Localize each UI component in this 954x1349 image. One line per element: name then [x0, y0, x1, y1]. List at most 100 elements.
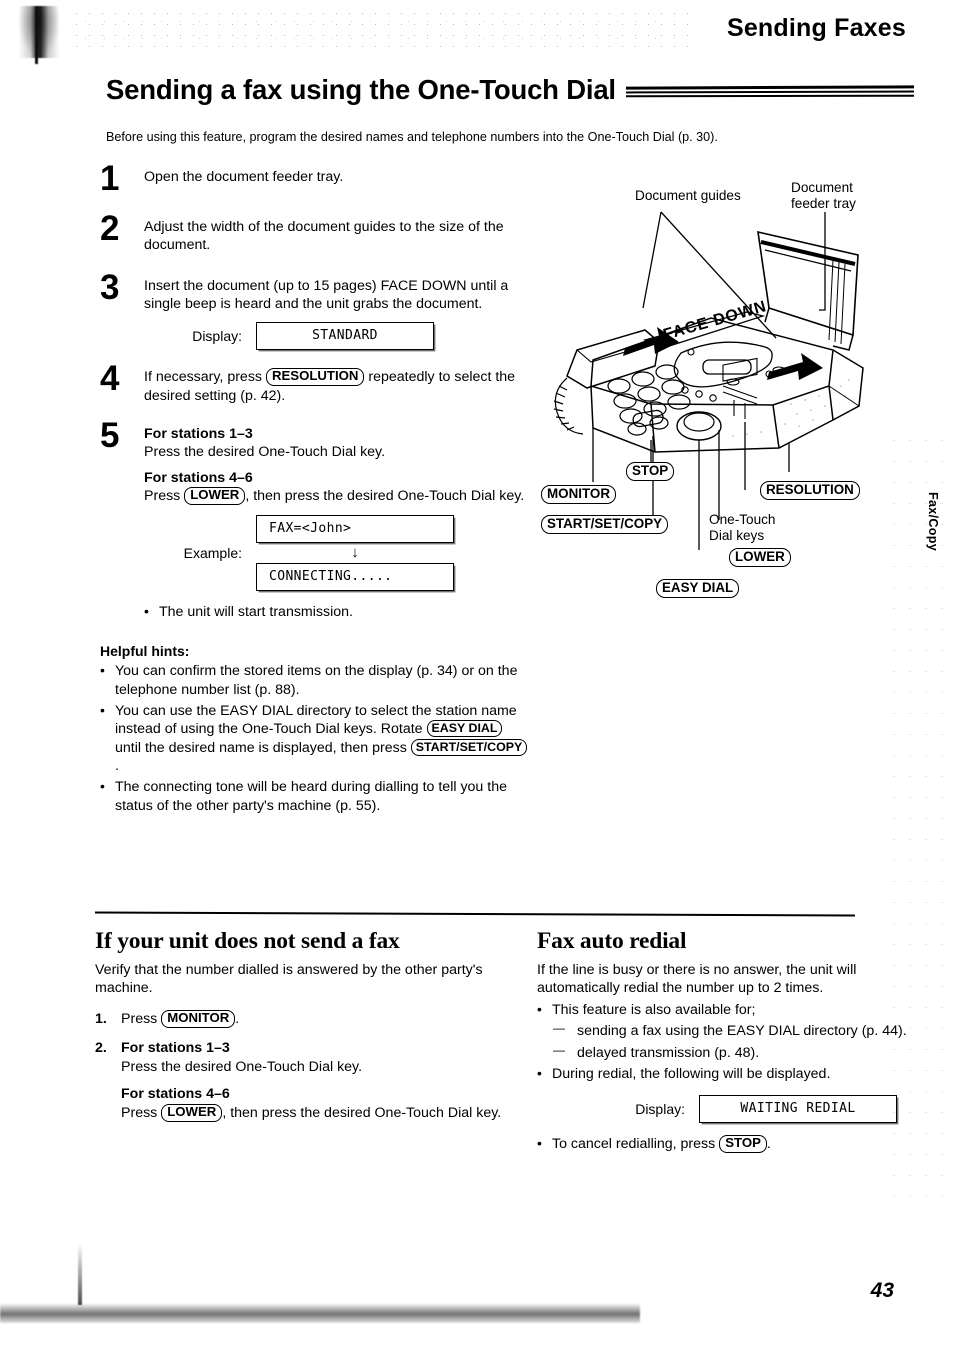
arrow-down-icon: ↓	[351, 544, 359, 562]
step-number: 3	[100, 267, 120, 307]
step-number: 1	[100, 159, 120, 198]
list-item: sending a fax using the EASY DIAL direct…	[553, 1021, 917, 1040]
display-standard-row: Display: STANDARD	[100, 322, 530, 351]
display-label: Display:	[635, 1101, 685, 1118]
lcd-display-standard: STANDARD	[256, 322, 434, 351]
label-one-touch-dial-keys: One-Touch Dial keys	[709, 512, 776, 543]
section-divider	[94, 911, 856, 917]
step-1: 1 Open the document feeder tray.	[100, 161, 530, 198]
example-boxes: FAX=<John> ↓ CONNECTING.....	[256, 515, 454, 592]
running-head: Sending Faxes	[726, 14, 906, 42]
step-4: 4 If necessary, press RESOLUTION repeate…	[100, 361, 530, 405]
section-intro: Verify that the number dialled is answer…	[95, 962, 483, 997]
step-text: Insert the document (up to 15 pages) FAC…	[144, 277, 509, 312]
sub-text: Press the desired One-Touch Dial key.	[121, 1058, 363, 1075]
lcd-display-fax-john: FAX=<John>	[256, 515, 454, 544]
step-number: 5	[100, 415, 120, 455]
step-text: Adjust the width of the document guides …	[144, 219, 504, 254]
lcd-display-waiting-redial: WAITING REDIAL	[699, 1095, 897, 1124]
sub-text-after: , then press the desired One-Touch Dial …	[222, 1104, 502, 1121]
display-redial-row: Display: WAITING REDIAL	[537, 1095, 917, 1124]
key-start-set-copy: START/SET/COPY	[410, 738, 528, 756]
list-item: 1. Press MONITOR.	[95, 1009, 515, 1028]
list-item: 2. For stations 1–3 Press the desired On…	[95, 1039, 515, 1122]
item-number: 1.	[95, 1010, 107, 1027]
key-resolution: RESOLUTION	[265, 368, 365, 387]
section-thumb-tab: Fax/Copy	[926, 492, 940, 552]
step5-sub2-after: , then press the desired One-Touch Dial …	[245, 487, 525, 504]
key-stop: STOP	[719, 1135, 767, 1154]
callout-key-start-set-copy: START/SET/COPY	[541, 515, 669, 535]
page-title: Sending a fax using the One-Touch Dial	[106, 74, 616, 105]
step-number: 2	[100, 209, 120, 248]
page-number: 43	[870, 1279, 894, 1302]
cancel-text-after: .	[766, 1136, 771, 1153]
page-title-row: Sending a fax using the One-Touch Dial	[106, 74, 915, 106]
display-label: Display:	[192, 328, 242, 345]
section-if-unit-does-not-send: If your unit does not send a fax Verify …	[95, 928, 515, 1133]
key-easy-dial: EASY DIAL	[426, 720, 503, 738]
cancel-text-before: To cancel redialling, press	[552, 1136, 716, 1153]
hint-text-middle: until the desired name is displayed, the…	[115, 739, 407, 756]
step5-sub1-heading: For stations 1–3	[144, 425, 253, 442]
intro-paragraph: Before using this feature, program the d…	[106, 130, 718, 144]
item-text-after: .	[235, 1010, 240, 1027]
numbered-steps: 1. Press MONITOR. 2. For stations 1–3 Pr…	[95, 1009, 515, 1122]
steps-list: 1 Open the document feeder tray. 2 Adjus…	[100, 161, 530, 815]
step5-sub2-before: Press	[144, 487, 181, 504]
scan-edge-shadow	[0, 1303, 640, 1323]
step5-sub1-text: Press the desired One-Touch Dial key.	[144, 444, 386, 461]
callout-key-easy-dial: EASY DIAL	[656, 579, 740, 599]
fax-machine-illustration: FACE DOWN Document guides Document feede…	[533, 180, 943, 600]
sub-heading: For stations 4–6	[121, 1086, 230, 1103]
list-item: You can use the EASY DIAL directory to s…	[100, 701, 530, 775]
section-title: If your unit does not send a fax	[95, 928, 400, 954]
list-item: During redial, the following will be dis…	[537, 1064, 917, 1083]
redial-bullet-list: This feature is also available for; send…	[537, 1000, 917, 1083]
key-lower: LOWER	[184, 486, 246, 505]
label-document-guides: Document guides	[635, 188, 741, 203]
section-fax-auto-redial: Fax auto redial If the line is busy or t…	[537, 928, 917, 1154]
callout-key-lower: LOWER	[729, 548, 791, 568]
callout-key-resolution: RESOLUTION	[760, 481, 860, 501]
hints-list: You can confirm the stored items on the …	[100, 661, 530, 815]
sub-text: Press LOWER, then press the desired One-…	[121, 1103, 515, 1122]
scan-noise-top	[70, 8, 690, 54]
step-2: 2 Adjust the width of the document guide…	[100, 211, 530, 255]
helpful-hints: Helpful hints: You can confirm the store…	[100, 643, 530, 815]
list-item: To cancel redialling, press STOP.	[537, 1134, 917, 1154]
scan-artifact-corner	[18, 6, 60, 64]
list-item: You can confirm the stored items on the …	[100, 661, 530, 699]
list-item: The connecting tone will be heard during…	[100, 777, 530, 815]
scan-edge-crease	[78, 1243, 82, 1305]
step5-sub2-text: Press LOWER, then press the desired One-…	[144, 486, 530, 505]
list-item: This feature is also available for;	[537, 1000, 917, 1019]
list-item: delayed transmission (p. 48).	[553, 1043, 917, 1062]
step-text: For stations 1–3 Press the desired One-T…	[144, 425, 530, 592]
step-text: If necessary, press RESOLUTION repeatedl…	[144, 368, 530, 405]
manual-page: Sending Faxes Sending a fax using the On…	[0, 0, 954, 1349]
sub-heading: For stations 1–3	[121, 1040, 230, 1057]
list-item: The unit will start transmission.	[144, 602, 530, 621]
step-3: 3 Insert the document (up to 15 pages) F…	[100, 270, 530, 351]
key-lower: LOWER	[161, 1103, 223, 1122]
step5-sub2-heading: For stations 4–6	[144, 469, 253, 486]
step-text: Open the document feeder tray.	[144, 169, 344, 185]
section-title: Fax auto redial	[537, 928, 687, 954]
label-document-feeder-tray: Document feeder tray	[791, 180, 856, 211]
step-number: 4	[100, 359, 120, 399]
cancel-bullet-list: To cancel redialling, press STOP.	[537, 1134, 917, 1154]
svg-text:FACE DOWN: FACE DOWN	[661, 298, 768, 344]
title-rule	[625, 85, 915, 98]
step5-note-list: The unit will start transmission.	[144, 602, 530, 621]
hints-title: Helpful hints:	[100, 643, 190, 660]
step4-text-before: If necessary, press	[144, 369, 263, 386]
step-5: 5 For stations 1–3 Press the desired One…	[100, 418, 530, 592]
hint-text-after: .	[115, 758, 119, 774]
callout-key-stop: STOP	[626, 462, 675, 482]
section-intro: If the line is busy or there is no answe…	[537, 962, 857, 997]
callout-key-monitor: MONITOR	[541, 485, 616, 505]
item-number: 2.	[95, 1040, 107, 1057]
item-text-before: Press	[121, 1010, 158, 1027]
key-monitor: MONITOR	[161, 1009, 236, 1028]
